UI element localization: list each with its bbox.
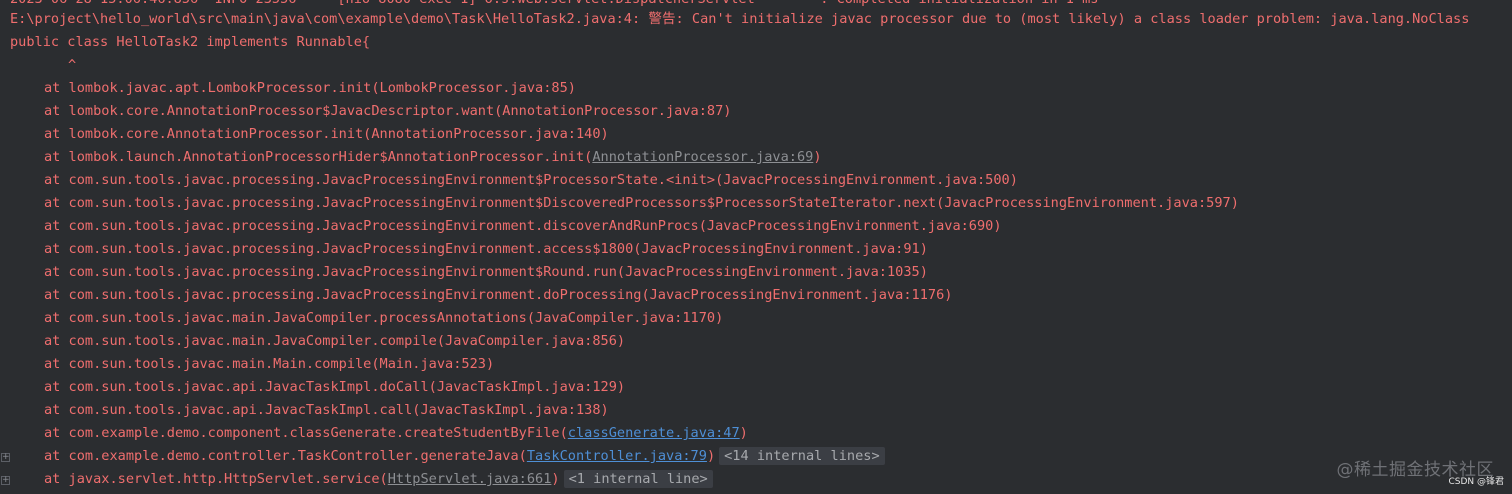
warning-line: E:\project\hello_world\src\main\java\com… [10,11,1470,27]
stack-frame-suffix: ) [739,425,748,441]
stack-frame-suffix: ) [551,471,560,487]
source-line: public class HelloTask2 implements Runna… [10,34,371,50]
stack-frame: at com.sun.tools.javac.main.JavaCompiler… [44,333,626,349]
stack-frame: at com.sun.tools.javac.api.JavacTaskImpl… [44,379,626,395]
stack-frame: at com.sun.tools.javac.api.JavacTaskImpl… [44,402,609,418]
stack-frame: at com.sun.tools.javac.processing.JavacP… [44,218,1002,234]
internal-lines-toggle[interactable]: <14 internal lines> [719,447,885,465]
stack-frame-suffix: ) [813,149,822,165]
stack-frame-prefix: at com.example.demo.component.classGener… [44,425,568,441]
stack-frame: at com.sun.tools.javac.processing.JavacP… [44,287,953,303]
stack-frame: at com.sun.tools.javac.processing.JavacP… [44,172,1018,188]
stack-frame: at lombok.core.AnnotationProcessor$Javac… [44,103,732,119]
internal-lines-toggle[interactable]: <1 internal line> [563,470,713,488]
stack-frame-suffix: ) [706,448,716,464]
stack-frame: at com.sun.tools.javac.main.JavaCompiler… [44,310,724,326]
stack-frame-prefix: at com.example.demo.controller.TaskContr… [44,448,527,464]
stack-frame: at com.sun.tools.javac.processing.JavacP… [44,195,1239,211]
stack-frame: at javax.servlet.http.HttpServlet.servic… [44,468,713,491]
stack-frame: at lombok.launch.AnnotationProcessorHide… [44,146,822,169]
console-output: + + 2023-06-28 15:06:46.856 INFO 23556 -… [0,0,1512,494]
source-link[interactable]: AnnotationProcessor.java:69 [592,149,813,165]
caret-marker: ^ [68,57,77,73]
stack-frame: at lombok.core.AnnotationProcessor.init(… [44,126,609,142]
source-link[interactable]: classGenerate.java:47 [568,425,740,441]
stack-frame: at com.sun.tools.javac.processing.JavacP… [44,241,928,257]
expand-icon[interactable]: + [1,476,10,485]
console-scrollbar[interactable] [1508,0,1512,494]
watermark-author: CSDN @锋君 [1448,477,1504,487]
stack-frame-prefix: at lombok.launch.AnnotationProcessorHide… [44,149,593,165]
stack-frame: at com.sun.tools.javac.main.Main.compile… [44,356,495,372]
stack-frame: at com.example.demo.component.classGener… [44,422,748,445]
expand-icon[interactable]: + [1,453,10,462]
console-gutter: + + [0,0,12,494]
stack-frame-prefix: at javax.servlet.http.HttpServlet.servic… [44,471,388,487]
source-link[interactable]: HttpServlet.java:661 [388,471,552,487]
source-link[interactable]: TaskController.java:79 [527,448,707,464]
stack-frame: at lombok.javac.apt.LombokProcessor.init… [44,80,576,96]
stack-frame: at com.example.demo.controller.TaskContr… [44,445,885,468]
stack-frame: at com.sun.tools.javac.processing.JavacP… [44,264,928,280]
